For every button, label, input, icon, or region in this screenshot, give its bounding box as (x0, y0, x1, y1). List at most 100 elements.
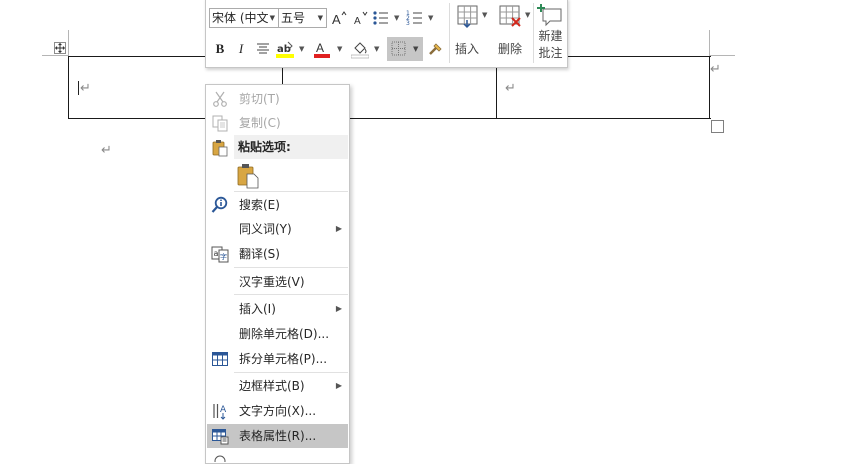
table-resize-handle[interactable] (711, 120, 724, 133)
delete-button[interactable]: ▼ 删除 (495, 3, 533, 61)
table-move-handle[interactable] (54, 42, 66, 54)
font-size-value: 五号 (281, 11, 306, 25)
new-comment-label-line1: 新建 (538, 29, 563, 43)
svg-text:字: 字 (220, 252, 227, 261)
menu-separator (234, 294, 348, 295)
menu-item-label: 翻译(S) (239, 247, 280, 261)
paste-keep-formatting-button[interactable] (236, 163, 260, 189)
chevron-down-icon[interactable]: ▼ (337, 39, 342, 59)
scissors-icon (213, 91, 227, 107)
menu-item-delete-cells[interactable]: 删除单元格(D)... (207, 322, 348, 346)
chevron-down-icon: ▼ (413, 45, 419, 53)
table-border-bottom (69, 118, 711, 119)
menu-item-label: 文字方向(X)... (239, 404, 317, 418)
chevron-down-icon[interactable]: ▼ (428, 8, 433, 28)
margin-guide (68, 30, 69, 56)
menu-item-reconvert[interactable]: 汉字重选(V) (207, 270, 348, 294)
menu-separator (234, 372, 348, 373)
submenu-arrow-icon: ▶ (335, 381, 342, 390)
highlighter-icon: ab (276, 41, 294, 58)
translate-icon: a 字 (211, 246, 229, 263)
shading-button[interactable] (350, 39, 370, 59)
insert-button[interactable]: ▼ 插入 (453, 3, 491, 61)
chevron-down-icon[interactable]: ▼ (394, 8, 399, 28)
paste-icon (212, 140, 228, 157)
font-name-combo[interactable]: 宋体 (中文 ▼ (209, 8, 279, 28)
submenu-arrow-icon: ▶ (335, 224, 342, 233)
move-arrows-icon (55, 43, 65, 53)
table-delete-icon (499, 5, 521, 27)
submenu-arrow-icon: ▶ (335, 304, 342, 313)
chevron-down-icon: ▼ (482, 11, 488, 19)
table-insert-icon (457, 5, 478, 29)
menu-item-label: 表格属性(R)... (239, 429, 317, 443)
italic-icon: I (238, 41, 244, 56)
menu-item-split-cells[interactable]: 拆分单元格(P)... (207, 347, 348, 371)
context-menu: 剪切(T) 复制(C) 粘贴选项: 搜索(E) 同义词(Y) ▶ a 字 翻译(… (205, 84, 350, 464)
menu-item-label: 拆分单元格(P)... (239, 352, 328, 366)
menu-item-text-direction[interactable]: A 文字方向(X)... (207, 399, 348, 423)
svg-text:A: A (354, 16, 361, 27)
paragraph-mark: ↵ (505, 81, 516, 96)
menu-item-insert[interactable]: 插入(I) ▶ (207, 297, 348, 321)
paragraph-mark: ↵ (710, 62, 721, 77)
align-center-icon (257, 43, 269, 54)
menu-item-label: 粘贴选项: (238, 140, 291, 154)
copy-icon (212, 115, 228, 132)
chevron-down-icon: ▼ (317, 14, 323, 22)
search-icon (211, 196, 228, 213)
font-color-icon: A (314, 41, 330, 58)
paragraph-mark: ↵ (80, 81, 91, 96)
new-comment-button[interactable]: 新建 批注 (534, 1, 567, 65)
grow-font-button[interactable]: A (331, 8, 347, 28)
numbering-button[interactable]: 1 2 3 (406, 8, 424, 28)
new-comment-label-line2: 批注 (538, 46, 563, 60)
insert-button-label: 插入 (454, 42, 479, 56)
menu-item-label: 边框样式(B) (239, 379, 305, 393)
split-cells-icon (212, 352, 228, 366)
menu-item-paste-options: 粘贴选项: (234, 135, 348, 159)
font-color-button[interactable]: A (314, 39, 330, 59)
bullets-button[interactable] (372, 8, 390, 28)
svg-text:A: A (332, 12, 341, 27)
table-properties-icon (212, 429, 229, 445)
paint-bucket-icon (350, 42, 370, 59)
format-painter-icon (429, 43, 442, 55)
menu-item-search[interactable]: 搜索(E) (207, 193, 348, 217)
menu-item-border-styles[interactable]: 边框样式(B) ▶ (207, 374, 348, 398)
shrink-font-button[interactable]: A (352, 8, 368, 28)
chevron-down-icon[interactable]: ▼ (374, 39, 379, 59)
numbering-icon: 1 2 3 (406, 10, 422, 27)
shrink-font-icon: A (354, 11, 368, 27)
menu-item-cut[interactable]: 剪切(T) (207, 87, 348, 111)
svg-text:3: 3 (406, 20, 410, 27)
menu-item-table-properties[interactable]: 表格属性(R)... (207, 424, 348, 448)
chevron-down-icon: ▼ (525, 11, 531, 19)
format-painter-button[interactable] (426, 39, 444, 59)
chevron-down-icon: ▼ (269, 14, 275, 22)
italic-button[interactable]: I (235, 39, 247, 59)
chevron-down-icon[interactable]: ▼ (299, 39, 304, 59)
borders-icon (391, 41, 406, 56)
paragraph-mark: ↵ (101, 143, 112, 158)
highlight-button[interactable]: ab (276, 39, 294, 59)
menu-separator (234, 267, 348, 268)
margin-guide (709, 55, 735, 56)
bold-button[interactable]: B (214, 39, 226, 59)
document-canvas[interactable]: ↵ ↵ ↵ ↵ (0, 0, 841, 456)
svg-text:A: A (316, 41, 324, 55)
clipboard-paste-icon (237, 164, 259, 189)
menu-item-copy[interactable]: 复制(C) (207, 111, 348, 135)
svg-text:ab: ab (277, 44, 291, 55)
grow-font-icon: A (332, 11, 347, 27)
font-name-value: 宋体 (中文 (212, 11, 269, 25)
menu-item-translate[interactable]: a 字 翻译(S) (207, 242, 348, 266)
borders-button[interactable]: ▼ (387, 37, 423, 61)
menu-item-synonyms[interactable]: 同义词(Y) ▶ (207, 217, 348, 241)
font-size-combo[interactable]: 五号 ▼ (278, 8, 327, 28)
toolbar-separator (449, 3, 450, 63)
margin-guide (42, 55, 68, 56)
center-align-button[interactable] (255, 39, 271, 59)
menu-item-label: 复制(C) (239, 116, 281, 130)
menu-item-label: 删除单元格(D)... (239, 327, 330, 341)
